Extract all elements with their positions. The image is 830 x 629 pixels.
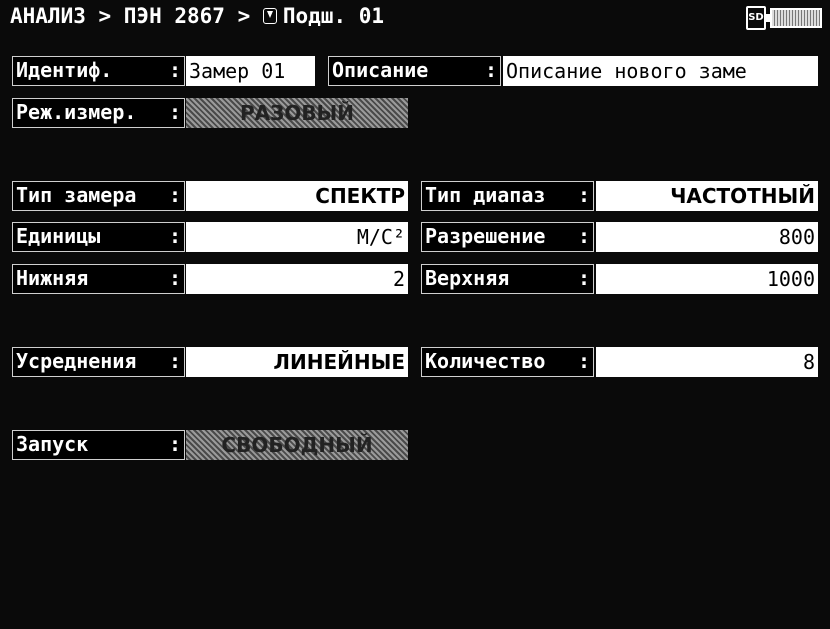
type-label: Тип замера:	[12, 181, 185, 211]
trigger-label: Запуск:	[12, 430, 185, 460]
title-bar: АНАЛИЗ > ПЭН 2867 > Подш. 01 SD	[0, 0, 830, 36]
mode-select[interactable]: РАЗОВЫЙ	[186, 98, 408, 128]
trigger-select[interactable]: СВОБОДНЫЙ	[186, 430, 408, 460]
upper-field[interactable]: 1000	[596, 264, 818, 294]
range-select[interactable]: ЧАСТОТНЫЙ	[596, 181, 818, 211]
lower-field[interactable]: 2	[186, 264, 408, 294]
count-field[interactable]: 8	[596, 347, 818, 377]
mode-label: Реж.измер.:	[12, 98, 185, 128]
avg-select[interactable]: ЛИНЕЙНЫЕ	[186, 347, 408, 377]
breadcrumb-current: Подш. 01	[282, 4, 385, 28]
units-label: Единицы:	[12, 222, 185, 252]
breadcrumb-path: АНАЛИЗ > ПЭН 2867 >	[10, 4, 263, 28]
type-select[interactable]: СПЕКТР	[186, 181, 408, 211]
desc-field[interactable]: Описание нового заме	[503, 56, 818, 86]
ident-label: Идентиф.:	[12, 56, 185, 86]
resolution-field[interactable]: 800	[596, 222, 818, 252]
desc-label: Описание:	[328, 56, 501, 86]
range-label: Тип диапаз:	[421, 181, 594, 211]
count-label: Количество:	[421, 347, 594, 377]
breadcrumb: АНАЛИЗ > ПЭН 2867 > Подш. 01	[10, 4, 384, 28]
download-icon	[262, 8, 277, 24]
avg-label: Усреднения:	[12, 347, 185, 377]
lower-label: Нижняя:	[12, 264, 185, 294]
ident-field[interactable]: Замер 01	[186, 56, 315, 86]
units-select[interactable]: М/С²	[186, 222, 408, 252]
upper-label: Верхняя:	[421, 264, 594, 294]
battery-icon	[766, 8, 822, 28]
sd-card-icon: SD	[746, 6, 766, 30]
resolution-label: Разрешение:	[421, 222, 594, 252]
